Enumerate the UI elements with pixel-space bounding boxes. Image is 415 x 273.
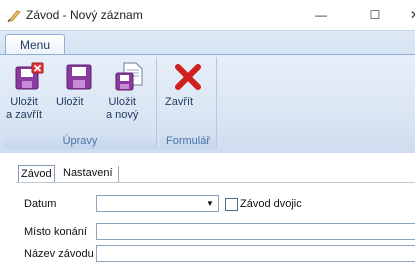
close-x-icon — [175, 64, 201, 90]
tab-nastaveni[interactable]: Nastavení — [61, 165, 115, 181]
close-form-label: Zavřít — [165, 96, 194, 108]
save-and-new-button[interactable]: Uložit a nový — [106, 61, 152, 121]
zavod-dvojic-checkbox[interactable] — [225, 198, 238, 211]
save-close-icon — [15, 62, 44, 90]
pen-feather-icon — [7, 10, 21, 23]
form-panel: Závod Nastavení Datum ▼ Závod dvojic Mís… — [0, 153, 415, 273]
ribbon-group-upravy: Uložit a zavřít Uložit Uložit a nový Úpr… — [4, 57, 157, 149]
save-label: Uložit — [56, 96, 84, 108]
close-form-button[interactable]: Zavřít — [165, 61, 211, 108]
save-button[interactable]: Uložit — [56, 61, 102, 108]
save-new-icon — [115, 62, 143, 91]
save-and-close-button[interactable]: Uložit a zavřít — [6, 61, 52, 121]
tab-divider — [118, 166, 119, 182]
datum-combobox[interactable]: ▼ — [96, 195, 219, 212]
minimize-button[interactable]: — — [306, 4, 336, 26]
misto-konani-label: Místo konání — [24, 226, 87, 238]
nazev-zavodu-label: Název závodu — [24, 248, 94, 260]
misto-konani-input[interactable] — [96, 223, 415, 240]
chevron-down-icon[interactable]: ▼ — [203, 197, 217, 210]
zavod-dvojic-label: Závod dvojic — [240, 198, 302, 210]
maximize-button[interactable]: ☐ — [360, 4, 390, 26]
datum-label: Datum — [24, 198, 57, 210]
save-and-close-label-1: Uložit — [10, 96, 38, 108]
ribbon-group-formular: Zavřít Formulář — [160, 57, 217, 149]
close-window-button[interactable]: ✕ — [405, 4, 415, 26]
tab-underline — [16, 182, 415, 183]
group-caption-formular: Formulář — [160, 135, 216, 149]
nazev-zavodu-input[interactable] — [96, 245, 415, 262]
ribbon-tabstrip: Menu — [0, 30, 415, 57]
save-and-close-label-2: a zavřít — [6, 109, 43, 121]
save-and-new-label-2: a nový — [106, 109, 139, 121]
title-bar: Závod - Nový záznam — ☐ ✕ — [0, 0, 415, 30]
window-title: Závod - Nový záznam — [26, 8, 143, 22]
tab-zavod[interactable]: Závod — [18, 165, 55, 182]
ribbon: Uložit a zavřít Uložit Uložit a nový Úpr… — [0, 54, 415, 154]
save-icon — [66, 64, 92, 90]
save-and-new-label-1: Uložit — [108, 96, 136, 108]
group-caption-upravy: Úpravy — [4, 135, 156, 149]
